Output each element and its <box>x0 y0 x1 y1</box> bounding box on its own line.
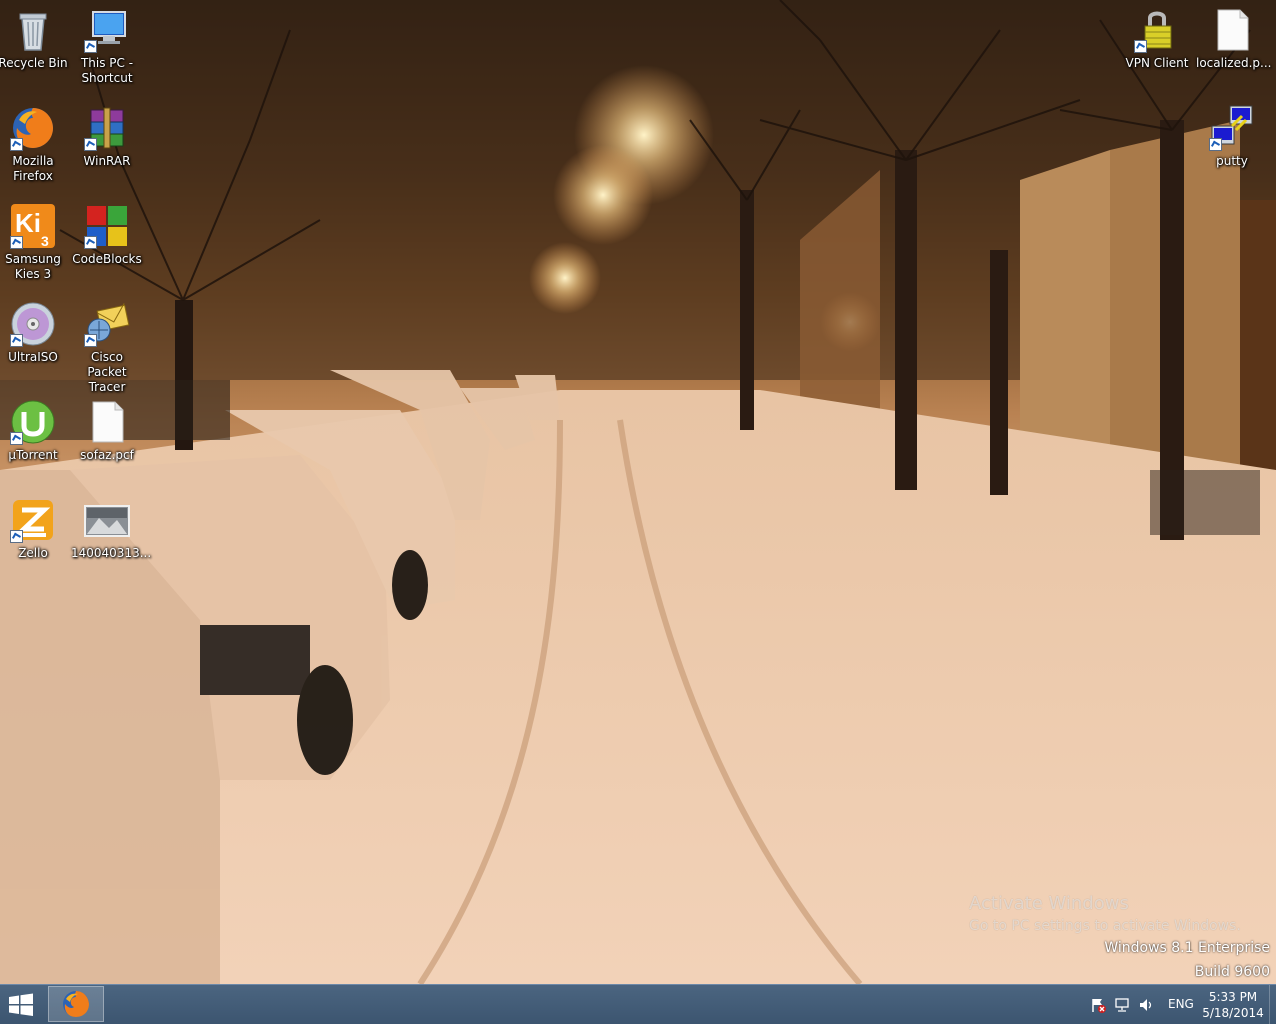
icon-label: Samsung <box>5 252 61 266</box>
shortcut-arrow-icon <box>1134 40 1147 53</box>
wallpaper-art <box>0 0 1276 984</box>
clock-time: 5:33 PM <box>1208 990 1258 1004</box>
shortcut-arrow-icon <box>10 530 23 543</box>
icon-label: VPN Client <box>1125 56 1189 70</box>
desktop-icon-winrar[interactable]: WinRAR <box>71 104 143 169</box>
icon-label-line2: Firefox <box>13 169 53 183</box>
svg-text:3: 3 <box>41 233 49 249</box>
shortcut-arrow-icon <box>10 334 23 347</box>
desktop-icon-image-file[interactable]: 140040313... <box>71 496 152 561</box>
icon-label: putty <box>1216 154 1248 168</box>
ultraiso-icon <box>9 300 57 348</box>
icon-label: µTorrent <box>8 448 58 462</box>
activate-windows-title: Activate Windows <box>969 893 1129 914</box>
firefox-icon <box>9 104 57 152</box>
packet-tracer-icon <box>83 300 131 348</box>
desktop-icon-recycle-bin[interactable]: Recycle Bin <box>0 6 69 71</box>
zello-icon <box>9 496 57 544</box>
icon-label: UltraISO <box>8 350 58 364</box>
svg-text:Ki: Ki <box>15 208 41 238</box>
windows-edition: Windows 8.1 Enterprise <box>1104 940 1270 956</box>
desktop-icon-samsung-kies[interactable]: Ki 3 Samsung Kies 3 <box>0 202 69 282</box>
shortcut-arrow-icon <box>10 236 23 249</box>
windows-logo-icon <box>9 993 33 1016</box>
shortcut-arrow-icon <box>1209 138 1222 151</box>
input-language[interactable]: ENG <box>1168 997 1194 1011</box>
icon-label: 140040313... <box>71 546 152 560</box>
icon-label: WinRAR <box>83 154 131 168</box>
network-icon[interactable] <box>1114 997 1130 1013</box>
shortcut-arrow-icon <box>84 40 97 53</box>
utorrent-icon <box>9 398 57 446</box>
start-button[interactable] <box>0 985 42 1024</box>
icon-label: Zello <box>18 546 48 560</box>
desktop-wallpaper <box>0 0 1276 984</box>
shortcut-arrow-icon <box>10 138 23 151</box>
action-center-flag-icon[interactable] <box>1090 997 1106 1013</box>
icon-label: Recycle Bin <box>0 56 68 70</box>
desktop-icon-putty[interactable]: putty <box>1196 104 1268 169</box>
activate-windows-subtitle: Go to PC settings to activate Windows. <box>969 918 1241 934</box>
show-desktop-button[interactable] <box>1269 985 1276 1024</box>
icon-label: Cisco Packet <box>87 350 127 379</box>
clock-date: 5/18/2014 <box>1202 1006 1264 1020</box>
desktop-icon-utorrent[interactable]: µTorrent <box>0 398 69 463</box>
icon-label: Mozilla <box>12 154 54 168</box>
desktop-icon-firefox[interactable]: Mozilla Firefox <box>0 104 69 184</box>
computer-icon <box>83 6 131 54</box>
desktop-icon-codeblocks[interactable]: CodeBlocks <box>71 202 143 267</box>
taskbar-firefox-button[interactable] <box>48 986 104 1022</box>
desktop-icon-vpn-client[interactable]: VPN Client <box>1121 6 1193 71</box>
icon-label: sofaz.pcf <box>80 448 134 462</box>
shortcut-arrow-icon <box>10 432 23 445</box>
shortcut-arrow-icon <box>84 236 97 249</box>
shortcut-arrow-icon <box>84 334 97 347</box>
vpn-lock-icon <box>1133 6 1181 54</box>
image-file-icon <box>83 496 131 544</box>
file-icon <box>83 398 131 446</box>
desktop-icon-sofaz-pcf[interactable]: sofaz.pcf <box>71 398 143 463</box>
shortcut-arrow-icon <box>84 138 97 151</box>
icon-label: CodeBlocks <box>72 252 142 266</box>
desktop-icon-localized[interactable]: localized.p... <box>1196 6 1272 71</box>
desktop-icon-packet-tracer[interactable]: Cisco Packet Tracer <box>71 300 143 395</box>
putty-icon <box>1208 104 1256 152</box>
icon-label-line2: Tracer <box>88 380 126 394</box>
winrar-icon <box>83 104 131 152</box>
taskbar: ENG 5:33 PM 5/18/2014 <box>0 984 1276 1024</box>
icon-label: localized.p... <box>1196 56 1272 70</box>
recycle-bin-icon <box>9 6 57 54</box>
volume-icon[interactable] <box>1138 997 1154 1013</box>
file-icon <box>1208 6 1256 54</box>
system-clock[interactable]: 5:33 PM 5/18/2014 <box>1200 989 1266 1021</box>
firefox-icon <box>63 991 89 1017</box>
icon-label-line2: Kies 3 <box>14 267 52 281</box>
windows-build: Build 9600 <box>1194 964 1270 980</box>
icon-label-line2: Shortcut <box>81 71 133 85</box>
desktop-icon-this-pc[interactable]: This PC - Shortcut <box>71 6 143 86</box>
desktop-icon-zello[interactable]: Zello <box>0 496 69 561</box>
codeblocks-icon <box>83 202 131 250</box>
icon-label: This PC - <box>80 56 134 70</box>
kies-icon: Ki 3 <box>9 202 57 250</box>
desktop-icon-ultraiso[interactable]: UltraISO <box>0 300 69 365</box>
